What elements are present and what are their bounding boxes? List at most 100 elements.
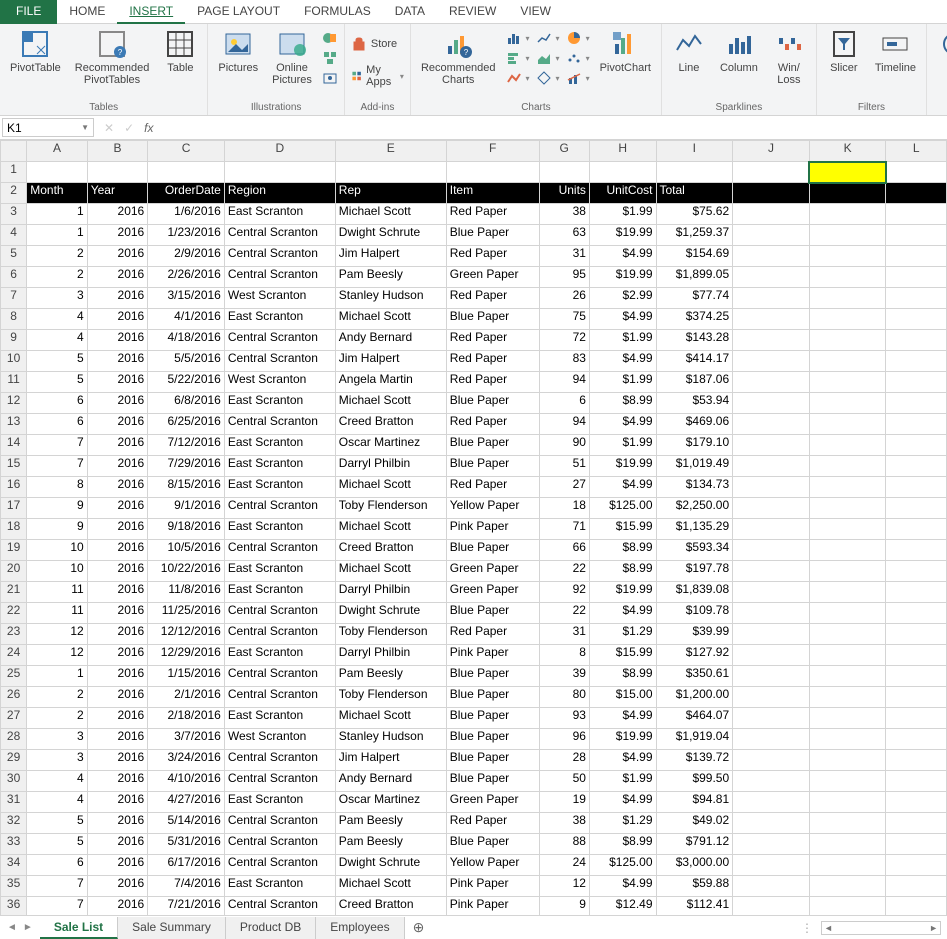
cell[interactable]: $8.99 [589,666,656,687]
cell[interactable] [886,330,947,351]
cell[interactable]: $112.41 [656,897,733,916]
pie-chart-button[interactable]: ▾ [566,30,590,46]
cell[interactable]: 63 [539,225,589,246]
cell[interactable] [733,729,810,750]
cell[interactable] [886,246,947,267]
cell[interactable] [733,351,810,372]
cell[interactable] [809,330,886,351]
cell[interactable]: Creed Bratton [335,897,446,916]
cell[interactable]: Blue Paper [446,393,539,414]
cell[interactable]: 2016 [87,372,148,393]
cell[interactable]: $19.99 [589,267,656,288]
cell[interactable] [886,477,947,498]
cell[interactable]: $4.99 [589,309,656,330]
tab-home[interactable]: HOME [57,0,117,24]
cell[interactable]: 38 [539,204,589,225]
cell[interactable]: 1/15/2016 [148,666,225,687]
cell[interactable]: Andy Bernard [335,771,446,792]
cell[interactable]: Toby Flenderson [335,624,446,645]
cell[interactable]: 2016 [87,330,148,351]
column-header[interactable]: I [656,141,733,162]
cell[interactable]: Red Paper [446,204,539,225]
cell[interactable]: Michael Scott [335,876,446,897]
cell[interactable]: $134.73 [656,477,733,498]
cell[interactable]: $3,000.00 [656,855,733,876]
cell[interactable]: Central Scranton [224,414,335,435]
cell[interactable]: Toby Flenderson [335,687,446,708]
cell[interactable]: 2016 [87,225,148,246]
tab-review[interactable]: REVIEW [437,0,508,24]
cell[interactable]: Central Scranton [224,225,335,246]
cell[interactable]: Michael Scott [335,393,446,414]
add-sheet-button[interactable]: ⊕ [405,919,433,936]
cell[interactable]: Red Paper [446,330,539,351]
cell[interactable] [886,876,947,897]
cell[interactable]: $1,259.37 [656,225,733,246]
column-header[interactable]: C [148,141,225,162]
cell[interactable]: $8.99 [589,834,656,855]
cell[interactable]: 5/31/2016 [148,834,225,855]
column-header[interactable]: B [87,141,148,162]
cell[interactable]: $2.99 [589,288,656,309]
cell[interactable]: Year [87,183,148,204]
cell[interactable] [809,897,886,916]
cell[interactable]: $1.29 [589,813,656,834]
row-header[interactable]: 34 [1,855,27,876]
cell[interactable]: Central Scranton [224,540,335,561]
row-header[interactable]: 27 [1,708,27,729]
cell[interactable]: 2016 [87,876,148,897]
cell[interactable]: East Scranton [224,477,335,498]
cell[interactable]: Oscar Martinez [335,435,446,456]
cell[interactable]: 4 [27,771,88,792]
cell[interactable] [733,792,810,813]
cell[interactable]: $1,200.00 [656,687,733,708]
cell[interactable] [446,162,539,183]
cell[interactable]: 11 [27,603,88,624]
cell[interactable]: 96 [539,729,589,750]
cell[interactable]: Angela Martin [335,372,446,393]
cell[interactable] [733,813,810,834]
cell[interactable]: $1.99 [589,435,656,456]
area-chart-button[interactable]: ▾ [536,50,560,66]
cell[interactable] [809,603,886,624]
radar-chart-button[interactable]: ▾ [536,70,560,86]
cell[interactable] [886,897,947,916]
cell[interactable]: Central Scranton [224,813,335,834]
recommended-pivottables-button[interactable]: ? Recommended PivotTables [71,26,154,88]
slicer-button[interactable]: Slicer [823,26,865,76]
spark-line-button[interactable]: Line [668,26,710,76]
cell[interactable]: 12 [539,876,589,897]
tab-data[interactable]: DATA [383,0,437,24]
cell[interactable] [733,540,810,561]
cell[interactable] [733,225,810,246]
cell[interactable] [809,372,886,393]
spreadsheet-grid[interactable]: ABCDEFGHIJKL12MonthYearOrderDateRegionRe… [0,140,947,915]
smartart-button[interactable] [322,50,338,66]
pictures-button[interactable]: Pictures [214,26,262,76]
cell[interactable]: Yellow Paper [446,498,539,519]
row-header[interactable]: 5 [1,246,27,267]
cell[interactable]: 1 [27,225,88,246]
cell[interactable]: $2,250.00 [656,498,733,519]
cell[interactable]: Michael Scott [335,204,446,225]
cell[interactable]: 2016 [87,456,148,477]
column-header[interactable]: K [809,141,886,162]
cell[interactable] [886,855,947,876]
row-header[interactable]: 21 [1,582,27,603]
cell[interactable] [886,435,947,456]
cell[interactable]: 4/10/2016 [148,771,225,792]
cell[interactable] [886,708,947,729]
cell[interactable]: 22 [539,561,589,582]
cell[interactable]: 3 [27,288,88,309]
cell[interactable]: East Scranton [224,582,335,603]
row-header[interactable]: 16 [1,477,27,498]
row-header[interactable]: 18 [1,519,27,540]
cell[interactable]: Creed Bratton [335,414,446,435]
cell[interactable]: East Scranton [224,519,335,540]
cell[interactable]: $154.69 [656,246,733,267]
cell[interactable] [886,540,947,561]
cell[interactable]: $1.29 [589,624,656,645]
cell[interactable] [809,582,886,603]
cell[interactable] [733,267,810,288]
cell[interactable]: 8/15/2016 [148,477,225,498]
